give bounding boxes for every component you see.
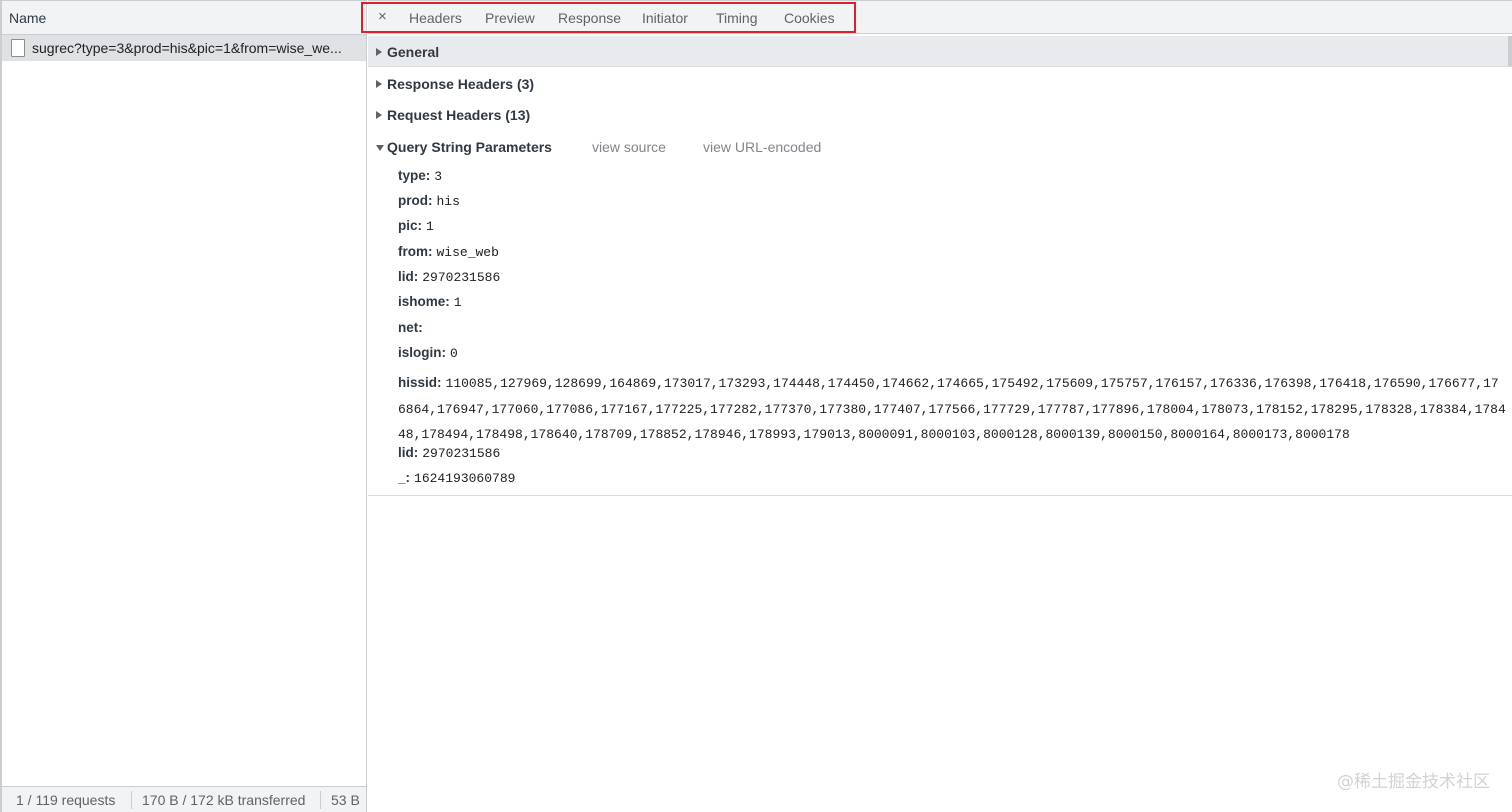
expand-arrow-icon: [376, 111, 382, 119]
tab-headers[interactable]: Headers: [409, 10, 462, 26]
param-key: lid:: [398, 445, 419, 460]
param-row-hissid: hissid: 110085,127969,128699,164869,17301…: [398, 371, 1506, 448]
param-key: from:: [398, 244, 433, 259]
name-column-label: Name: [9, 10, 47, 26]
param-row: type: 3: [398, 168, 442, 184]
request-count: 1 / 119 requests: [16, 792, 116, 808]
param-value: 2970231586: [422, 446, 501, 461]
param-row: islogin: 0: [398, 345, 458, 361]
param-key: prod:: [398, 193, 433, 208]
document-icon: [11, 39, 25, 57]
param-value: 3: [434, 169, 443, 184]
param-key: islogin:: [398, 345, 446, 360]
request-name: sugrec?type=3&prod=his&pic=1&from=wise_w…: [32, 40, 342, 56]
param-value: 1624193060789: [414, 471, 516, 486]
section-title: Query String Parameters: [387, 139, 552, 155]
param-value: 110085,127969,128699,164869,173017,17329…: [398, 376, 1506, 442]
watermark: @稀土掘金技术社区: [1337, 772, 1490, 792]
param-value: 1: [453, 295, 462, 310]
section-divider: [368, 495, 1512, 496]
name-column-header[interactable]: Name: [2, 0, 366, 35]
param-value: 1: [426, 219, 434, 234]
section-title: Request Headers (13): [387, 107, 531, 123]
close-icon[interactable]: ×: [378, 9, 387, 24]
resources-size: 53 B: [331, 792, 360, 808]
tab-response[interactable]: Response: [558, 10, 621, 26]
param-row: lid: 2970231586: [398, 269, 500, 285]
collapse-arrow-icon: [376, 145, 384, 151]
param-row: from: wise_web: [398, 244, 499, 260]
param-row: pic: 1: [398, 218, 434, 234]
param-row: ishome: 1: [398, 294, 462, 310]
general-section-bar: [368, 36, 1512, 67]
param-row: prod: his: [398, 193, 460, 209]
scrollbar[interactable]: [1508, 36, 1512, 66]
param-key: ishome:: [398, 294, 450, 309]
param-key: _:: [398, 470, 411, 485]
param-row: net:: [398, 320, 427, 336]
param-row: _: 1624193060789: [398, 470, 515, 486]
param-value: 2970231586: [422, 270, 501, 285]
request-list-panel: Name sugrec?type=3&prod=his&pic=1&from=w…: [0, 0, 367, 812]
request-row[interactable]: sugrec?type=3&prod=his&pic=1&from=wise_w…: [2, 35, 366, 61]
param-key: type:: [398, 168, 431, 183]
param-key: hissid:: [398, 375, 442, 390]
param-row: lid: 2970231586: [398, 445, 500, 461]
tab-initiator[interactable]: Initiator: [642, 10, 688, 26]
section-title: Response Headers (3): [387, 76, 535, 92]
details-tabbar: × Headers Preview Response Initiator Tim…: [361, 0, 1512, 34]
param-key: net:: [398, 320, 423, 335]
param-key: pic:: [398, 218, 423, 233]
param-value: 0: [450, 346, 458, 361]
section-title: General: [387, 44, 440, 60]
param-value: his: [436, 194, 460, 209]
expand-arrow-icon: [376, 80, 382, 88]
status-divider: [320, 791, 321, 809]
transferred-size: 170 B / 172 kB transferred: [142, 792, 306, 808]
request-details-panel: × Headers Preview Response Initiator Tim…: [361, 0, 1512, 812]
tab-timing[interactable]: Timing: [716, 10, 758, 26]
expand-arrow-icon: [376, 48, 382, 56]
param-value: wise_web: [436, 245, 499, 260]
tab-cookies[interactable]: Cookies: [784, 10, 835, 26]
view-source-link[interactable]: view source: [592, 139, 666, 155]
tab-preview[interactable]: Preview: [485, 10, 535, 26]
network-status-bar: 1 / 119 requests 170 B / 172 kB transfer…: [2, 786, 366, 812]
param-key: lid:: [398, 269, 419, 284]
status-divider: [131, 791, 132, 809]
view-url-encoded-link[interactable]: view URL-encoded: [703, 139, 821, 155]
